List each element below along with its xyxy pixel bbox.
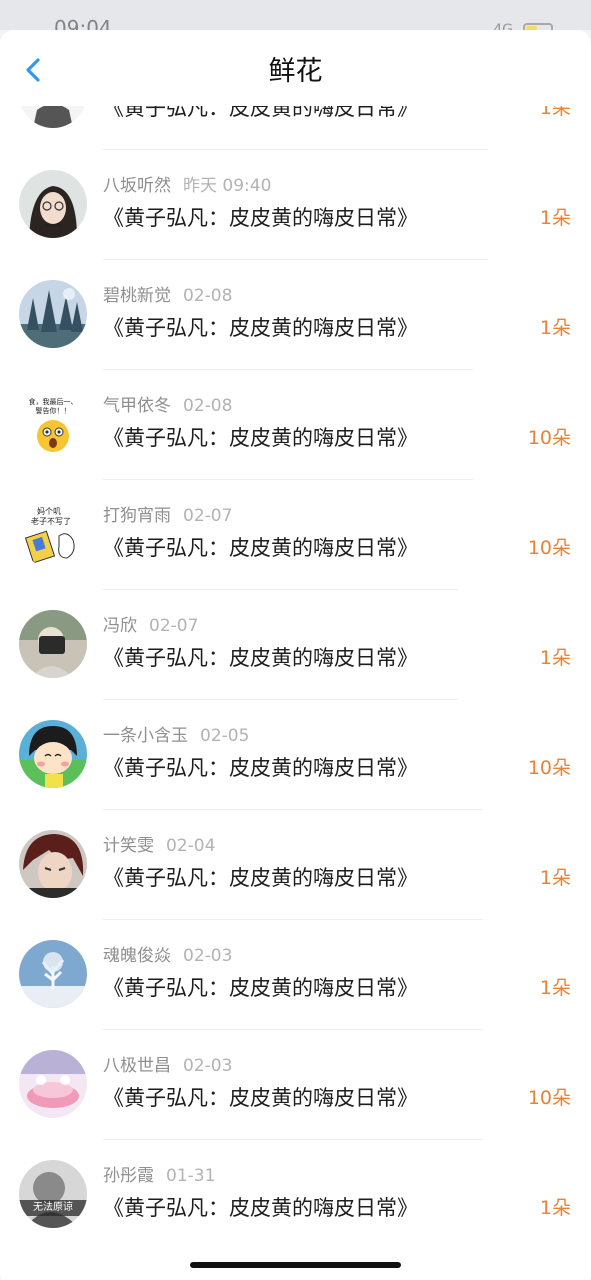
flower-list[interactable]: 彤意新三昨天 22:08《黄子弘凡：皮皮黄的嗨皮日常》1朵八坂听然昨天 09:4… (0, 70, 591, 1280)
book-title[interactable]: 《黄子弘凡：皮皮黄的嗨皮日常》 (103, 423, 418, 453)
svg-text:警告你！！: 警告你！！ (36, 406, 71, 415)
avatar[interactable]: 妈个叽 老子不写了 (19, 500, 87, 568)
timestamp: 01-31 (166, 1166, 216, 1186)
shocked-emoji-avatar: 食，我最后一、警告你！！ (19, 390, 87, 458)
nav-header: 鲜花 (0, 30, 591, 106)
list-item[interactable]: 妈个叽 老子不写了 打狗宵雨 02-07 《黄子弘凡：皮皮黄的嗨皮日常》 10朵 (0, 480, 591, 590)
book-title[interactable]: 《黄子弘凡：皮皮黄的嗨皮日常》 (103, 753, 418, 783)
avatar-caption: 无法原谅 (33, 1202, 73, 1213)
username[interactable]: 八坂听然 (103, 176, 171, 196)
username[interactable]: 孙彤霞 (103, 1166, 154, 1186)
row-meta: 一条小含玉 02-05 (103, 725, 249, 747)
list-item[interactable]: 八坂听然 昨天 09:40 《黄子弘凡：皮皮黄的嗨皮日常》 1朵 (0, 150, 591, 260)
row-meta: 八坂听然 昨天 09:40 (103, 175, 271, 197)
avatar[interactable] (19, 280, 87, 348)
list-item[interactable]: 计笑雯 02-04 《黄子弘凡：皮皮黄的嗨皮日常》 1朵 (0, 810, 591, 920)
flower-count: 1朵 (539, 647, 571, 669)
username[interactable]: 碧桃新觉 (103, 286, 171, 306)
timestamp: 02-04 (166, 836, 216, 856)
flower-count: 1朵 (539, 867, 571, 889)
list-card: 彤意新三昨天 22:08《黄子弘凡：皮皮黄的嗨皮日常》1朵八坂听然昨天 09:4… (0, 70, 591, 1280)
row-meta: 八极世昌 02-03 (103, 1055, 232, 1077)
forest-avatar (19, 280, 87, 348)
list-item[interactable]: 无法原谅 孙彤霞 01-31 《黄子弘凡：皮皮黄的嗨皮日常》 1朵 (0, 1140, 591, 1250)
flower-count: 10朵 (527, 1087, 571, 1109)
avatar[interactable] (19, 940, 87, 1008)
timestamp: 02-08 (183, 396, 233, 416)
page-title: 鲜花 (268, 56, 323, 87)
timestamp: 02-05 (200, 726, 250, 746)
avatar[interactable] (19, 170, 87, 238)
avatar[interactable] (19, 830, 87, 898)
row-meta: 碧桃新觉 02-08 (103, 285, 232, 307)
book-title[interactable]: 《黄子弘凡：皮皮黄的嗨皮日常》 (103, 313, 418, 343)
row-meta: 气甲依冬 02-08 (103, 395, 232, 417)
list-item[interactable]: 魂魄俊焱 02-03 《黄子弘凡：皮皮黄的嗨皮日常》 1朵 (0, 920, 591, 1030)
list-item[interactable]: 碧桃新觉 02-08 《黄子弘凡：皮皮黄的嗨皮日常》 1朵 (0, 260, 591, 370)
book-title[interactable]: 《黄子弘凡：皮皮黄的嗨皮日常》 (103, 863, 418, 893)
flower-count: 10朵 (527, 537, 571, 559)
book-title[interactable]: 《黄子弘凡：皮皮黄的嗨皮日常》 (103, 973, 418, 1003)
svg-text:妈个叽: 妈个叽 (37, 506, 61, 516)
username[interactable]: 冯欣 (103, 616, 137, 636)
username[interactable]: 一条小含玉 (103, 726, 188, 746)
row-meta: 魂魄俊焱 02-03 (103, 945, 232, 967)
username[interactable]: 计笑雯 (103, 836, 154, 856)
timestamp: 昨天 09:40 (183, 176, 272, 196)
anime-boy-avatar (19, 830, 87, 898)
username[interactable]: 八极世昌 (103, 1056, 171, 1076)
row-meta: 计笑雯 02-04 (103, 835, 215, 857)
timestamp: 02-08 (183, 286, 233, 306)
row-meta: 孙彤霞 01-31 (103, 1165, 215, 1187)
girl-glasses-avatar (19, 170, 87, 238)
pink-dessert-avatar (19, 1050, 87, 1118)
book-title[interactable]: 《黄子弘凡：皮皮黄的嗨皮日常》 (103, 1193, 418, 1223)
book-title[interactable]: 《黄子弘凡：皮皮黄的嗨皮日常》 (103, 643, 418, 673)
meme-sticker-avatar: 妈个叽老子不写了 (19, 500, 87, 568)
snow-tree-avatar (19, 940, 87, 1008)
flower-count: 1朵 (539, 317, 571, 339)
timestamp: 02-07 (183, 506, 233, 526)
svg-text:食，我最后一、: 食，我最后一、 (29, 397, 78, 406)
avatar[interactable] (19, 1050, 87, 1118)
flower-count: 1朵 (539, 1197, 571, 1219)
status-bar: 09:04 4G (0, 0, 591, 38)
timestamp: 02-07 (149, 616, 199, 636)
selfie-photo-avatar (19, 610, 87, 678)
home-indicator (190, 1262, 401, 1268)
book-title[interactable]: 《黄子弘凡：皮皮黄的嗨皮日常》 (103, 1083, 418, 1113)
bw-text-avatar (19, 1160, 87, 1228)
flower-count: 1朵 (539, 207, 571, 229)
book-title[interactable]: 《黄子弘凡：皮皮黄的嗨皮日常》 (103, 533, 418, 563)
flower-count: 10朵 (527, 757, 571, 779)
username[interactable]: 打狗宵雨 (103, 506, 171, 526)
row-meta: 打狗宵雨 02-07 (103, 505, 232, 527)
list-item[interactable]: 八极世昌 02-03 《黄子弘凡：皮皮黄的嗨皮日常》 10朵 (0, 1030, 591, 1140)
timestamp: 02-03 (183, 1056, 233, 1076)
avatar[interactable]: 无法原谅 (19, 1160, 87, 1228)
list-item[interactable]: 冯欣 02-07 《黄子弘凡：皮皮黄的嗨皮日常》 1朵 (0, 590, 591, 700)
username[interactable]: 气甲依冬 (103, 396, 171, 416)
flower-count: 1朵 (539, 977, 571, 999)
row-meta: 冯欣 02-07 (103, 615, 198, 637)
list-item[interactable]: 食，我最后一、 警告你！！ 气甲依冬 02-08 《黄子弘凡：皮皮黄的嗨皮日常》 10朵 (0, 370, 591, 480)
svg-text:老子不写了: 老子不写了 (31, 516, 71, 526)
book-title[interactable]: 《黄子弘凡：皮皮黄的嗨皮日常》 (103, 203, 418, 233)
cartoon-girl-avatar (19, 720, 87, 788)
avatar[interactable]: 食，我最后一、 警告你！！ (19, 390, 87, 458)
timestamp: 02-03 (183, 946, 233, 966)
username[interactable]: 魂魄俊焱 (103, 946, 171, 966)
list-item[interactable]: 一条小含玉 02-05 《黄子弘凡：皮皮黄的嗨皮日常》 10朵 (0, 700, 591, 810)
flower-count: 10朵 (527, 427, 571, 449)
avatar[interactable] (19, 610, 87, 678)
avatar[interactable] (19, 720, 87, 788)
